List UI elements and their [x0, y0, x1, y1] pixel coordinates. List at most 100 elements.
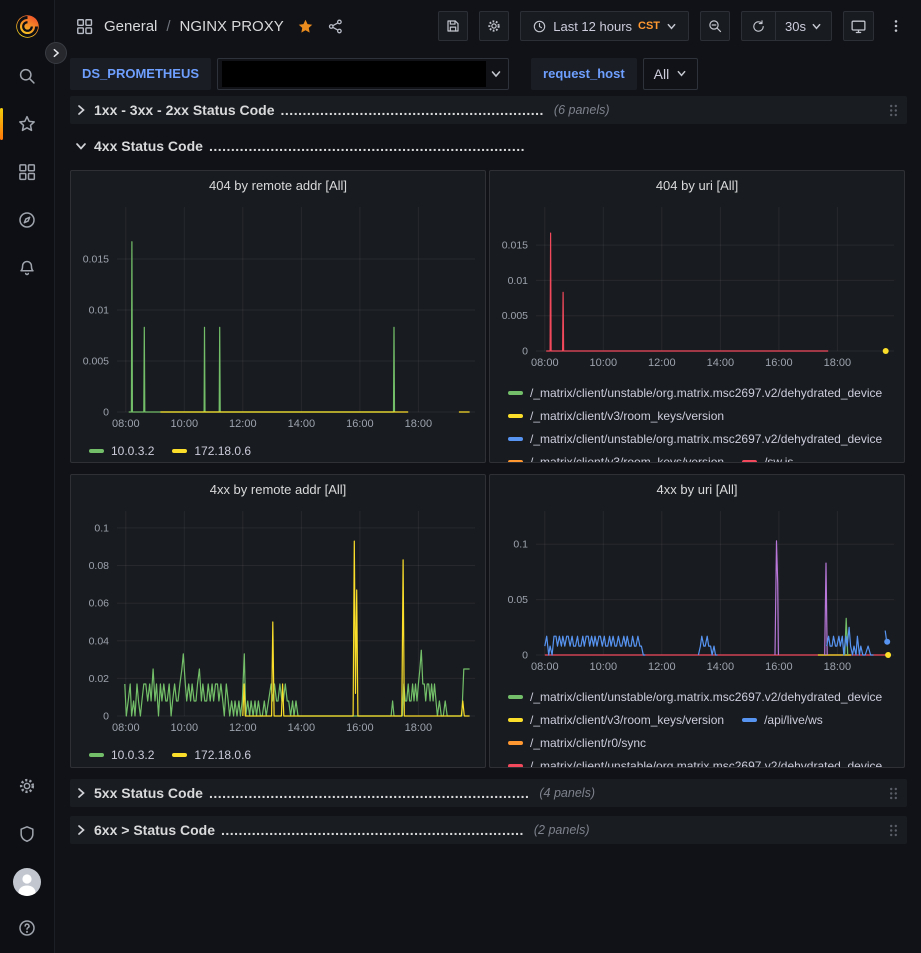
apps-icon: [75, 17, 94, 36]
sidebar-item-profile[interactable]: [0, 858, 54, 906]
panel-4xx-by-remote-addr: 4xx by remote addr [All] 00.020.040.060.…: [70, 474, 486, 768]
panel-title[interactable]: 4xx by uri [All]: [490, 475, 904, 503]
svg-text:0.04: 0.04: [89, 635, 110, 647]
legend-label: 172.18.0.6: [194, 444, 251, 458]
legend-swatch: [508, 414, 523, 418]
panel-404-by-remote-addr: 404 by remote addr [All] 00.0050.010.015…: [70, 170, 486, 463]
dashboard-settings-button[interactable]: [479, 11, 509, 41]
panel-404-by-uri: 404 by uri [All] 00.0050.010.01508:0010:…: [489, 170, 905, 463]
legend-item[interactable]: /_matrix/client/v3/room_keys/version: [508, 409, 724, 423]
search-icon: [17, 66, 37, 86]
variable-label-request-host[interactable]: request_host: [531, 58, 637, 90]
row-drag-handle[interactable]: [888, 786, 899, 801]
kebab-icon: [888, 18, 904, 34]
svg-text:0.1: 0.1: [513, 539, 528, 551]
drag-dots-icon: [888, 103, 899, 118]
legend-swatch: [172, 449, 187, 453]
chart-404-by-remote-addr[interactable]: 00.0050.010.01508:0010:0012:0014:0016:00…: [71, 199, 485, 436]
row-dots: ........................................…: [221, 822, 524, 838]
legend-item[interactable]: /_matrix/client/v3/room_keys/version: [508, 455, 724, 464]
panel-title[interactable]: 4xx by remote addr [All]: [71, 475, 485, 503]
legend-label: /api/live/ws: [764, 713, 823, 727]
chevron-right-icon: [75, 824, 87, 836]
save-dashboard-button[interactable]: [438, 11, 468, 41]
svg-text:0.02: 0.02: [89, 673, 110, 685]
legend-swatch: [508, 391, 523, 395]
time-range-label: Last 12 hours: [553, 19, 632, 34]
legend-item[interactable]: /_matrix/client/unstable/org.matrix.msc2…: [508, 386, 882, 400]
legend-swatch: [508, 741, 523, 745]
zoom-out-time-button[interactable]: [700, 11, 730, 41]
request-host-value: All: [654, 66, 670, 82]
chevron-down-icon: [676, 68, 687, 79]
sidebar-item-server-admin[interactable]: [0, 810, 54, 858]
sidebar-item-configuration[interactable]: [0, 762, 54, 810]
row-dots: ........................................…: [209, 138, 525, 154]
svg-text:0.06: 0.06: [89, 598, 110, 610]
legend-item[interactable]: /_matrix/client/r0/sync: [508, 736, 646, 750]
legend-item[interactable]: /_matrix/client/unstable/org.matrix.msc2…: [508, 690, 882, 704]
legend-row: /_matrix/client/unstable/org.matrix.msc2…: [508, 754, 904, 768]
cycle-view-mode-button[interactable]: [843, 11, 874, 41]
panel-title[interactable]: 404 by uri [All]: [490, 171, 904, 199]
time-range-picker[interactable]: Last 12 hours CST: [520, 11, 689, 41]
variable-label-ds-prometheus[interactable]: DS_PROMETHEUS: [70, 58, 211, 90]
refresh-dashboard-button[interactable]: [742, 12, 775, 40]
zoom-out-icon: [707, 18, 723, 34]
svg-text:16:00: 16:00: [765, 357, 793, 369]
svg-text:18:00: 18:00: [824, 661, 852, 673]
sidebar-item-help[interactable]: [0, 906, 54, 949]
legend-item[interactable]: 172.18.0.6: [172, 748, 251, 762]
sidebar-item-dashboards[interactable]: [0, 148, 54, 196]
refresh-interval-dropdown[interactable]: 30s: [775, 12, 831, 40]
chart-4xx-by-uri[interactable]: 00.050.108:0010:0012:0014:0016:0018:00: [490, 503, 904, 683]
more-options-button[interactable]: [885, 11, 907, 41]
chart-canvas: 00.050.108:0010:0012:0014:0016:0018:00: [490, 503, 904, 678]
sidebar-item-starred[interactable]: [0, 100, 54, 148]
datasource-select[interactable]: [217, 58, 509, 90]
legend-row: 10.0.3.2 172.18.0.6: [89, 444, 269, 458]
share-button[interactable]: [327, 18, 344, 35]
chart-4xx-by-remote-addr[interactable]: 00.020.040.060.080.108:0010:0012:0014:00…: [71, 503, 485, 740]
legend-item[interactable]: /_matrix/client/v3/room_keys/version: [508, 713, 724, 727]
sidebar-expand-button[interactable]: [45, 42, 67, 64]
legend-item[interactable]: /_matrix/client/unstable/org.matrix.msc2…: [508, 432, 882, 446]
svg-text:12:00: 12:00: [229, 418, 257, 430]
dashboard-row-5xx[interactable]: 5xx Status Code ........................…: [70, 779, 907, 807]
chart-404-by-uri[interactable]: 00.0050.010.01508:0010:0012:0014:0016:00…: [490, 199, 904, 379]
legend-item[interactable]: 10.0.3.2: [89, 444, 154, 458]
breadcrumb-separator: /: [166, 18, 170, 35]
dashboard-row-6xx[interactable]: 6xx > Status Code ......................…: [70, 816, 907, 844]
breadcrumb-section[interactable]: General: [104, 18, 157, 35]
legend-label: 10.0.3.2: [111, 444, 154, 458]
drag-dots-icon: [888, 786, 899, 801]
sidebar: [0, 0, 55, 953]
svg-text:0.01: 0.01: [508, 275, 529, 287]
toolbar: Last 12 hours CST 30s: [438, 11, 907, 41]
sidebar-item-search[interactable]: [0, 52, 54, 100]
dashboard-row-1xx-3xx-2xx[interactable]: 1xx - 3xx - 2xx Status Code ............…: [70, 96, 907, 124]
row-dots: ........................................…: [281, 102, 544, 118]
legend-item[interactable]: 10.0.3.2: [89, 748, 154, 762]
svg-text:08:00: 08:00: [112, 418, 140, 430]
page-title[interactable]: NGINX PROXY: [180, 18, 284, 35]
grafana-logo[interactable]: [0, 0, 54, 52]
legend-item[interactable]: /sw.js: [742, 455, 793, 464]
svg-text:0.01: 0.01: [89, 305, 110, 317]
legend-item[interactable]: 172.18.0.6: [172, 444, 251, 458]
sidebar-item-alerting[interactable]: [0, 244, 54, 292]
legend-swatch: [508, 437, 523, 441]
row-drag-handle[interactable]: [888, 103, 899, 118]
request-host-select[interactable]: All: [643, 58, 698, 90]
panel-title[interactable]: 404 by remote addr [All]: [71, 171, 485, 199]
refresh-interval-label: 30s: [785, 19, 806, 34]
legend-item[interactable]: /api/live/ws: [742, 713, 823, 727]
favorite-star-button[interactable]: [297, 18, 314, 35]
explore-compass-icon: [17, 210, 37, 230]
sidebar-bottom: [0, 762, 54, 949]
row-drag-handle[interactable]: [888, 823, 899, 838]
svg-text:0: 0: [522, 346, 528, 358]
sidebar-item-explore[interactable]: [0, 196, 54, 244]
legend-item[interactable]: /_matrix/client/unstable/org.matrix.msc2…: [508, 759, 882, 769]
dashboard-row-4xx[interactable]: 4xx Status Code ........................…: [70, 132, 907, 160]
